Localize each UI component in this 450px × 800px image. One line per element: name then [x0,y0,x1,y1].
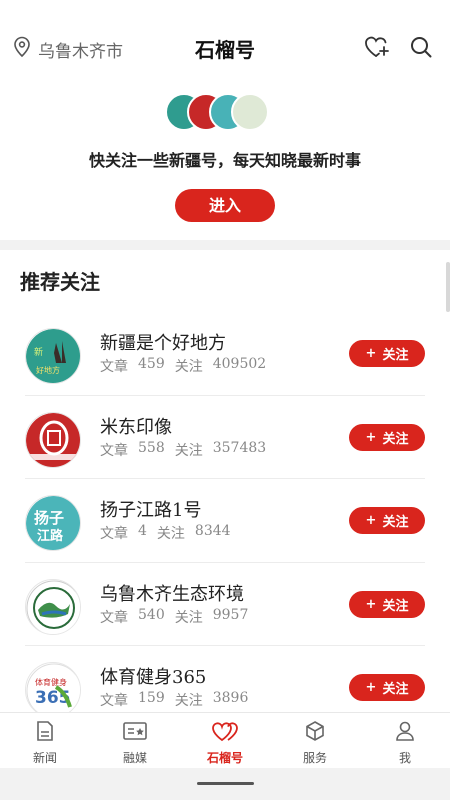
follow-button[interactable]: + 关注 [349,590,425,618]
article-label: 文章 [100,609,128,626]
plus-icon: + [365,513,377,528]
svg-text:扬子: 扬子 [34,509,64,527]
svg-text:江路: 江路 [37,528,64,544]
plus-icon: + [365,429,377,445]
home-indicator[interactable] [197,782,254,785]
follow-button-label: 关注 [382,515,409,530]
recommend-title: 推荐关注 [20,270,100,294]
double-heart-icon [211,720,239,746]
follower-count: 8344 [194,523,231,539]
account-name: 新疆是个好地方 [100,333,226,354]
follow-button[interactable]: + 关注 [349,674,425,701]
heart-plus-icon[interactable] [364,34,390,60]
follow-button[interactable]: + 关注 [349,423,425,451]
article-label: 文章 [100,442,128,459]
article-count: 4 [138,523,147,539]
nav-label: 服务 [302,751,327,765]
account-name: 米东印像 [100,416,172,438]
scroll-indicator[interactable] [446,262,450,312]
follow-button-label: 关注 [382,431,409,447]
nav-item-news[interactable]: 新闻 [0,713,90,768]
nav-item-me[interactable]: 我 [360,713,450,768]
svg-text:新: 新 [34,346,43,358]
article-count: 459 [138,356,165,372]
follower-label: 关注 [156,526,185,542]
article-label: 文章 [100,693,128,709]
follow-button[interactable]: + 关注 [349,340,425,367]
svg-text:体育健身: 体育健身 [35,677,67,687]
avatar: 新好地方 [25,328,81,384]
article-count: 540 [138,606,165,623]
article-count: 558 [138,439,165,456]
follower-label: 关注 [174,609,203,626]
list-item[interactable]: 扬子 江路 扬子江路1号 文章 4 关注 8344 + 关注 [0,479,450,563]
follow-button[interactable]: + 关注 [349,507,425,534]
follower-count: 3896 [212,690,249,706]
avatar [25,411,81,468]
cube-icon [304,720,326,746]
article-count: 159 [138,690,165,706]
follower-count: 9957 [212,606,249,623]
list-item[interactable]: 新好地方 新疆是个好地方 文章 459 关注 409502 + 关注 [0,312,450,396]
recommend-list: 新好地方 新疆是个好地方 文章 459 关注 409502 + 关注 米东印像 … [0,312,450,730]
nav-item-service[interactable]: 服务 [270,713,360,768]
app-header: 乌鲁木齐市 石榴号 [0,0,450,96]
avatar: 扬子 江路 [25,495,81,551]
plus-icon: + [365,346,377,361]
account-name: 体育健身365 [100,667,207,688]
list-item[interactable]: 乌鲁木齐生态环境 文章 540 关注 9957 + 关注 [0,563,450,646]
plus-icon: + [365,596,377,612]
follower-label: 关注 [174,693,203,709]
avatar: 体育健身 365 [25,662,81,718]
follow-button-label: 关注 [382,598,409,614]
follow-button-label: 关注 [382,348,409,363]
promo-logo-4 [231,93,269,131]
nav-label: 石榴号 [206,751,243,765]
article-label: 文章 [100,526,128,542]
follower-count: 409502 [212,356,267,372]
nav-label: 我 [398,751,411,765]
promo-banner: 快关注一些新疆号，每天知晓最新时事 进入 [0,90,450,240]
news-doc-icon [34,720,56,746]
enter-button[interactable]: 进入 [175,189,275,222]
person-icon [394,720,416,746]
bottom-nav: 新闻 融媒 石榴号 服务 我 [0,712,450,768]
account-name: 乌鲁木齐生态环境 [100,583,244,605]
plus-icon: + [365,680,377,695]
media-card-icon [122,720,148,746]
avatar [25,578,81,635]
account-name: 扬子江路1号 [100,500,202,521]
nav-item-media[interactable]: 融媒 [90,713,180,768]
follow-button-label: 关注 [382,682,409,697]
follower-label: 关注 [174,359,203,375]
article-label: 文章 [100,359,128,375]
svg-text:好地方: 好地方 [36,365,60,375]
nav-label: 融媒 [122,751,147,765]
nav-label: 新闻 [32,751,57,765]
follower-label: 关注 [174,442,203,459]
search-icon[interactable] [408,34,434,60]
nav-item-shiliuhao[interactable]: 石榴号 [180,713,270,768]
follower-count: 357483 [212,439,267,456]
promo-logo-stack [165,93,285,133]
promo-text: 快关注一些新疆号，每天知晓最新时事 [88,151,361,170]
list-item[interactable]: 米东印像 文章 558 关注 357483 + 关注 [0,396,450,479]
section-divider [0,240,450,250]
